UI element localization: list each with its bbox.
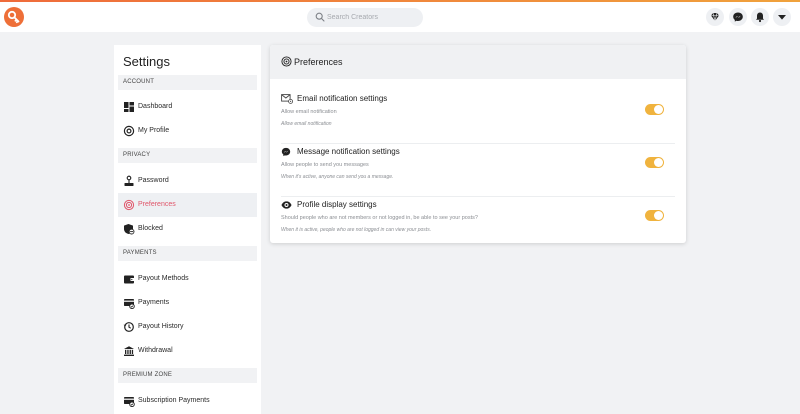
sidebar-item-label: Blocked	[138, 225, 163, 232]
settings-sidebar: Settings ACCOUNT Dashboard My Profile PR…	[114, 45, 261, 414]
sidebar-item-label: Preferences	[138, 201, 176, 208]
wallet-icon	[124, 275, 134, 284]
sidebar-item-label: Dashboard	[138, 103, 173, 110]
toggle-knob	[654, 211, 663, 220]
sidebar-item-label: Payout History	[138, 323, 184, 330]
sidebar-item-preferences[interactable]: Preferences	[118, 193, 257, 217]
section-payments: PAYMENTS	[118, 246, 257, 261]
sidebar-item-payout-history[interactable]: Payout History	[118, 315, 257, 339]
toggle-knob	[654, 158, 663, 167]
setting-note: When it is active, people who are not lo…	[281, 227, 432, 233]
chevron-down-icon[interactable]	[773, 8, 791, 26]
key-logo-icon[interactable]	[4, 7, 24, 27]
message-notification-setting: Message notification settings Allow peop…	[281, 144, 675, 197]
payment-check-icon	[124, 299, 135, 309]
message-notification-toggle[interactable]	[645, 157, 664, 168]
preferences-panel: Preferences Email notification settings …	[270, 45, 686, 243]
sidebar-item-blocked[interactable]: Blocked	[118, 217, 257, 241]
setting-title: Email notification settings	[297, 94, 388, 103]
sidebar-item-withdrawal[interactable]: Withdrawal	[118, 339, 257, 363]
setting-description: Allow email notification	[281, 109, 337, 115]
sidebar-title: Settings	[123, 54, 170, 69]
profile-display-setting: Profile display settings Should people w…	[281, 197, 675, 250]
sidebar-item-label: Payout Methods	[138, 275, 189, 282]
sidebar-item-label: My Profile	[138, 127, 170, 134]
email-notification-toggle[interactable]	[645, 104, 664, 115]
email-settings-icon	[281, 94, 293, 104]
email-notification-setting: Email notification settings Allow email …	[281, 91, 675, 144]
bank-icon	[124, 346, 134, 356]
dashboard-icon	[124, 102, 134, 112]
sidebar-item-dashboard[interactable]: Dashboard	[118, 95, 257, 119]
sidebar-item-label: Withdrawal	[138, 347, 173, 354]
top-bar	[0, 2, 800, 32]
subscription-payment-icon	[124, 397, 135, 407]
profile-display-toggle[interactable]	[645, 210, 664, 221]
section-account: ACCOUNT	[118, 75, 257, 90]
search-icon	[315, 12, 325, 22]
shield-block-icon	[124, 224, 135, 235]
toggle-knob	[654, 105, 663, 114]
setting-title: Profile display settings	[297, 200, 377, 209]
sidebar-item-payout-methods[interactable]: Payout Methods	[118, 267, 257, 291]
setting-description: Allow people to send you messages	[281, 162, 369, 168]
preferences-icon	[281, 56, 292, 67]
sidebar-item-label: Password	[138, 177, 169, 184]
diamond-icon[interactable]	[706, 8, 724, 26]
search-bar[interactable]	[307, 8, 423, 27]
history-icon	[123, 322, 134, 332]
messenger-icon[interactable]	[729, 8, 747, 26]
section-privacy: PRIVACY	[118, 148, 257, 163]
section-premium-zone: PREMIUM ZONE	[118, 368, 257, 383]
password-icon	[124, 175, 134, 186]
sidebar-item-payments[interactable]: Payments	[118, 291, 257, 315]
sidebar-item-subscription-payments[interactable]: Subscription Payments	[118, 389, 257, 413]
sidebar-item-label: Payments	[138, 299, 170, 306]
at-sign-icon	[123, 125, 135, 137]
messenger-icon	[281, 147, 291, 157]
panel-header: Preferences	[270, 45, 686, 79]
panel-title: Preferences	[294, 57, 343, 67]
preferences-icon	[123, 199, 135, 211]
setting-note: Allow email notification	[281, 121, 332, 127]
setting-title: Message notification settings	[297, 147, 400, 156]
search-input[interactable]	[327, 8, 419, 27]
setting-description: Should people who are not members or not…	[281, 215, 478, 221]
setting-note: When it's active, anyone can send you a …	[281, 174, 394, 180]
sidebar-item-profile[interactable]: My Profile	[118, 119, 257, 143]
eye-icon	[281, 201, 292, 209]
sidebar-item-label: Subscription Payments	[138, 397, 210, 404]
sidebar-item-password[interactable]: Password	[118, 169, 257, 193]
bell-icon[interactable]	[751, 8, 769, 26]
